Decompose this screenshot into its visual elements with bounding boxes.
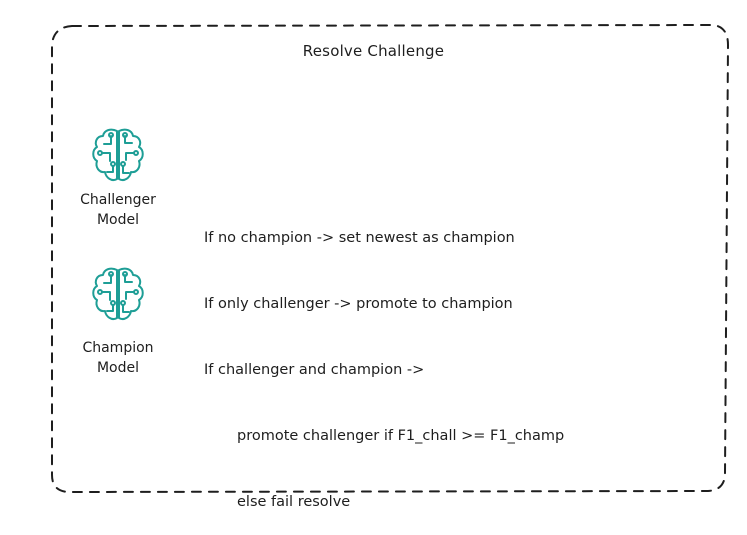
rule-only-challenger: If only challenger -> promote to champio… <box>204 296 513 312</box>
rule-fail-resolve: else fail resolve <box>237 494 351 510</box>
rule-both-present: If challenger and champion -> <box>204 362 425 378</box>
champion-label-line1: Champion <box>82 340 154 356</box>
challenger-brain-circuit-icon <box>90 126 146 186</box>
rule-no-champion: If no champion -> set newest as champion <box>204 230 515 246</box>
champion-brain-circuit-icon <box>90 265 146 325</box>
diagram-title: Resolve Challenge <box>302 42 445 60</box>
challenger-label-line2: Model <box>96 212 140 228</box>
champion-model-label: Champion Model <box>63 338 173 378</box>
challenger-label-line1: Challenger <box>80 192 156 208</box>
rule-promote-condition: promote challenger if F1_chall >= F1_cha… <box>237 428 565 444</box>
resolution-rules: If no champion -> set newest as champion… <box>204 183 564 535</box>
challenger-model-label: Challenger Model <box>63 190 173 230</box>
champion-label-line2: Model <box>96 360 140 376</box>
